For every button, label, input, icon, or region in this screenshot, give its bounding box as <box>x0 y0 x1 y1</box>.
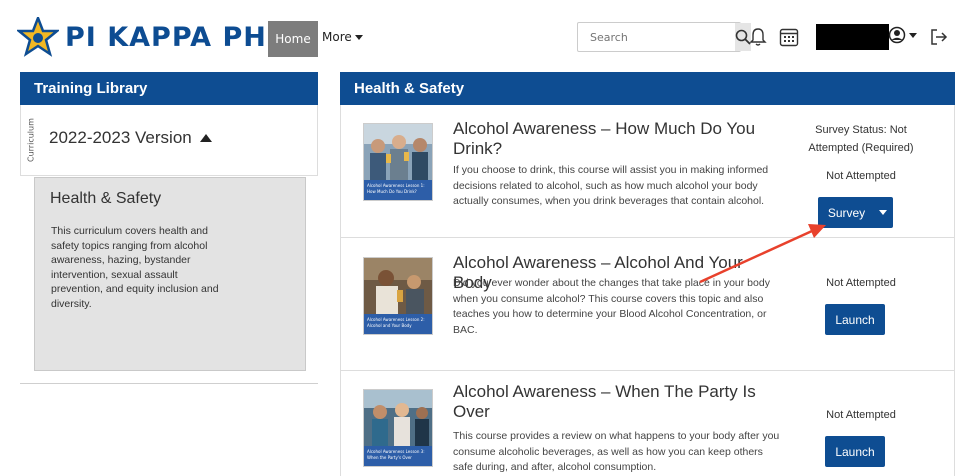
nav-more-dropdown[interactable]: More <box>322 30 363 44</box>
thumbnail-caption: Alcohol Awareness Lesson 2: Alcohol and … <box>364 314 432 334</box>
course-thumbnail[interactable]: Alcohol Awareness Lesson 2: Alcohol and … <box>363 257 433 335</box>
course-title[interactable]: Alcohol Awareness – How Much Do You Drin… <box>453 119 773 159</box>
search-box <box>577 22 751 52</box>
survey-button[interactable]: Survey <box>818 197 893 228</box>
curriculum-tab[interactable]: Curriculum <box>21 105 41 175</box>
thumbnail-caption: Alcohol Awareness Lesson 3: When the Par… <box>364 446 432 466</box>
divider <box>20 383 318 384</box>
logout-icon[interactable] <box>930 27 948 47</box>
course-description: This course provides a review on what ha… <box>453 430 780 473</box>
curriculum-card[interactable]: Health & Safety This curriculum covers h… <box>34 177 306 371</box>
course-row: Alcohol Awareness Lesson 2: Alcohol and … <box>341 239 955 371</box>
user-icon <box>888 26 906 44</box>
course-row: Alcohol Awareness Lesson 3: When the Par… <box>341 372 955 476</box>
course-title[interactable]: Alcohol Awareness – When The Party Is Ov… <box>453 382 773 422</box>
nav-more-label: More <box>322 30 352 44</box>
launch-button[interactable]: Launch <box>825 304 885 335</box>
training-library-panel: Training Library Curriculum 2022-2023 Ve… <box>20 72 318 176</box>
survey-status: Survey Status: Not Attempted (Required) <box>808 124 914 154</box>
course-thumbnail[interactable]: Alcohol Awareness Lesson 1: How Much Do … <box>363 123 433 201</box>
search-input[interactable] <box>578 23 735 51</box>
logo-text: PI KAPPA PHI <box>65 21 278 53</box>
course-status: Not Attempted <box>826 277 896 289</box>
calendar-icon[interactable] <box>779 27 799 47</box>
star-logo-icon <box>17 17 59 57</box>
curriculum-title: Health & Safety <box>50 190 162 207</box>
training-library-title: Training Library <box>20 72 318 105</box>
curriculum-description: This curriculum covers health and safety… <box>51 225 219 310</box>
chevron-down-icon <box>879 210 887 215</box>
top-navbar: PI KAPPA PHI Home More <box>0 0 955 70</box>
launch-button[interactable]: Launch <box>825 436 885 467</box>
username-redacted[interactable] <box>816 24 889 50</box>
course-row: Alcohol Awareness Lesson 1: How Much Do … <box>341 105 955 238</box>
site-logo[interactable]: PI KAPPA PHI <box>17 17 278 57</box>
course-status: Not Attempted <box>826 409 896 421</box>
course-status: Not Attempted <box>826 170 896 182</box>
course-description: Did you ever wonder about the changes th… <box>453 277 770 336</box>
chevron-down-icon <box>354 34 363 40</box>
version-selector[interactable]: 2022-2023 Version <box>49 128 212 148</box>
nav-home-button[interactable]: Home <box>268 21 318 57</box>
course-photo-image <box>364 124 432 180</box>
thumbnail-caption: Alcohol Awareness Lesson 1: How Much Do … <box>364 180 432 200</box>
user-menu[interactable] <box>888 26 917 44</box>
caret-up-icon <box>199 134 212 142</box>
course-thumbnail[interactable]: Alcohol Awareness Lesson 3: When the Par… <box>363 389 433 467</box>
course-list-panel: Health & Safety Alcohol Awareness Lesson… <box>340 72 955 476</box>
survey-dropdown-toggle[interactable] <box>873 197 893 228</box>
course-photo-image <box>364 390 432 446</box>
course-list-title: Health & Safety <box>340 72 955 105</box>
bell-icon[interactable] <box>749 27 767 47</box>
course-photo-image <box>364 258 432 314</box>
version-label: 2022-2023 Version <box>49 128 192 147</box>
chevron-down-icon <box>909 32 917 38</box>
course-description: If you choose to drink, this course will… <box>453 164 769 207</box>
